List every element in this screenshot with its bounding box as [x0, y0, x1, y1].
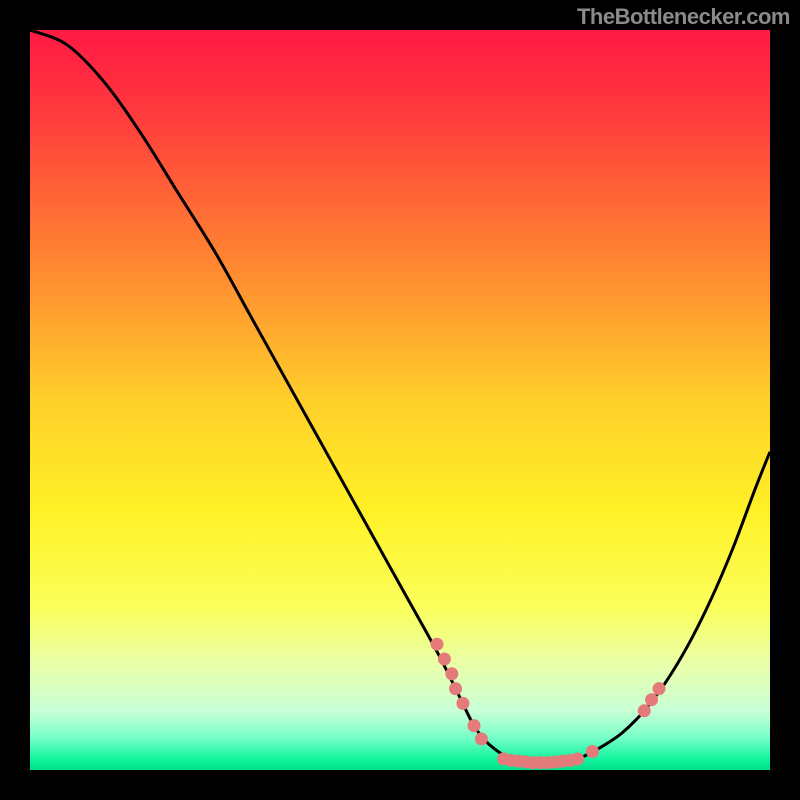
data-marker	[638, 704, 651, 717]
data-marker	[431, 638, 444, 651]
chart-background	[30, 30, 770, 770]
data-marker	[586, 745, 599, 758]
chart-svg	[30, 30, 770, 770]
attribution-text: TheBottlenecker.com	[577, 4, 790, 30]
data-marker	[449, 682, 462, 695]
chart-container: TheBottlenecker.com	[0, 0, 800, 800]
data-marker	[438, 653, 451, 666]
data-marker	[645, 693, 658, 706]
data-marker	[653, 682, 666, 695]
data-marker	[468, 719, 481, 732]
data-marker	[571, 752, 584, 765]
data-marker	[475, 732, 488, 745]
data-marker	[445, 667, 458, 680]
data-marker	[456, 697, 469, 710]
